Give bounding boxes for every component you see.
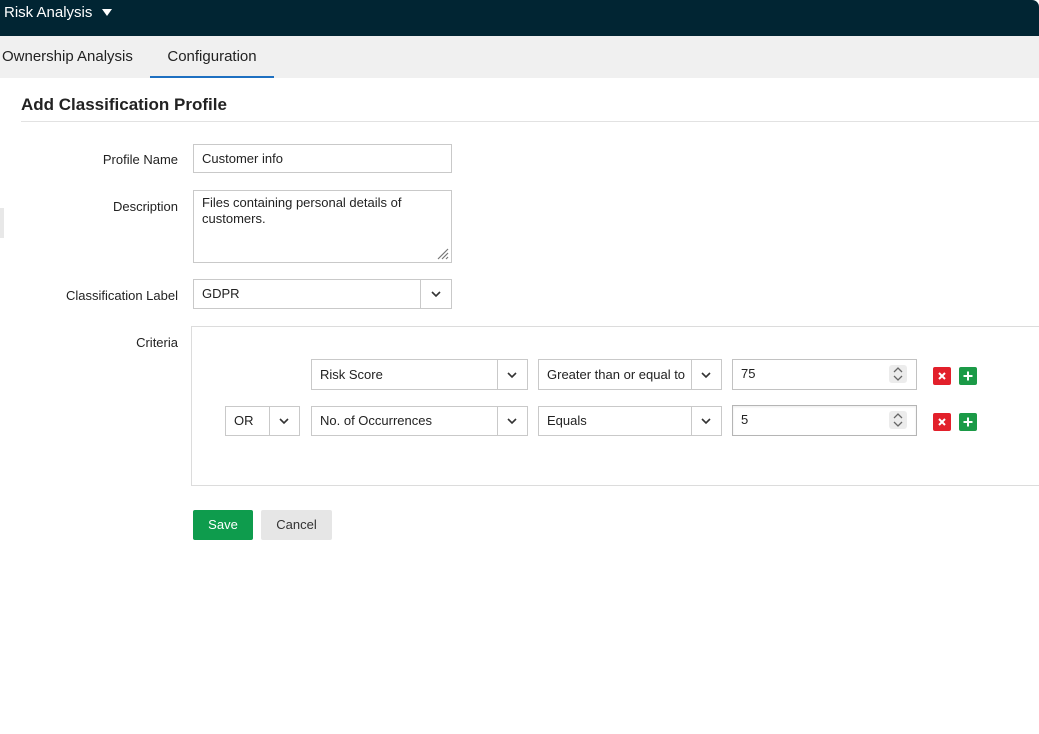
app-title[interactable]: Risk Analysis <box>4 4 92 22</box>
criteria-label: Criteria <box>136 335 178 350</box>
criteria-condition-value: Equals <box>547 413 587 428</box>
remove-criteria-button[interactable] <box>933 413 951 431</box>
classification-label-select[interactable]: GDPR <box>193 279 452 309</box>
criteria-condition-select[interactable]: Greater than or equal to <box>538 359 722 390</box>
tab-ownership-analysis[interactable]: Ownership Analysis <box>2 36 133 78</box>
criteria-value-text: 5 <box>741 412 749 427</box>
close-icon <box>938 372 946 380</box>
criteria-field-value: Risk Score <box>320 367 383 382</box>
select-divider <box>420 280 421 308</box>
classification-label-label: Classification Label <box>65 288 178 303</box>
top-bar: Risk Analysis <box>0 0 1039 36</box>
plus-icon <box>963 417 973 427</box>
cancel-button[interactable]: Cancel <box>261 510 332 540</box>
profile-name-label: Profile Name <box>102 152 178 167</box>
criteria-field-value: No. of Occurrences <box>320 413 432 428</box>
criteria-value-text: 75 <box>741 366 756 381</box>
add-criteria-button[interactable] <box>959 413 977 431</box>
criteria-condition-value: Greater than or equal to <box>547 367 686 382</box>
caret-down-icon[interactable] <box>102 9 112 16</box>
tab-configuration[interactable]: Configuration <box>150 36 274 78</box>
remove-criteria-button[interactable] <box>933 367 951 385</box>
select-divider <box>269 407 270 435</box>
spinner-icon[interactable] <box>889 411 907 429</box>
chevron-down-icon <box>701 418 711 425</box>
criteria-operator-value: OR <box>234 413 254 428</box>
select-divider <box>691 360 692 389</box>
add-criteria-button[interactable] <box>959 367 977 385</box>
select-divider <box>497 407 498 435</box>
description-text: Files containing personal details of cus… <box>202 195 402 226</box>
criteria-value-input[interactable]: 5 <box>732 405 917 436</box>
criteria-value-input[interactable]: 75 <box>732 359 917 390</box>
resize-handle-icon[interactable] <box>435 246 449 260</box>
plus-icon <box>963 371 973 381</box>
select-divider <box>497 360 498 389</box>
page-title: Add Classification Profile <box>21 95 227 114</box>
tab-bar: Ownership Analysis Configuration <box>0 36 1039 78</box>
select-divider <box>691 407 692 435</box>
description-textarea[interactable]: Files containing personal details of cus… <box>193 190 452 263</box>
save-button[interactable]: Save <box>193 510 253 540</box>
chevron-down-icon <box>507 418 517 425</box>
left-edge-marker <box>0 208 4 238</box>
close-icon <box>938 418 946 426</box>
criteria-field-select[interactable]: Risk Score <box>311 359 528 390</box>
spinner-icon[interactable] <box>889 365 907 383</box>
chevron-down-icon <box>431 291 441 298</box>
criteria-operator-select[interactable]: OR <box>225 406 300 436</box>
content-panel <box>4 78 1039 558</box>
heading-divider <box>21 121 1039 122</box>
chevron-down-icon <box>701 372 711 379</box>
profile-name-input[interactable]: Customer info <box>193 144 452 173</box>
chevron-down-icon <box>507 372 517 379</box>
criteria-field-select[interactable]: No. of Occurrences <box>311 406 528 436</box>
classification-label-value: GDPR <box>202 286 240 301</box>
criteria-condition-select[interactable]: Equals <box>538 406 722 436</box>
chevron-down-icon <box>279 418 289 425</box>
description-label: Description <box>112 199 178 214</box>
